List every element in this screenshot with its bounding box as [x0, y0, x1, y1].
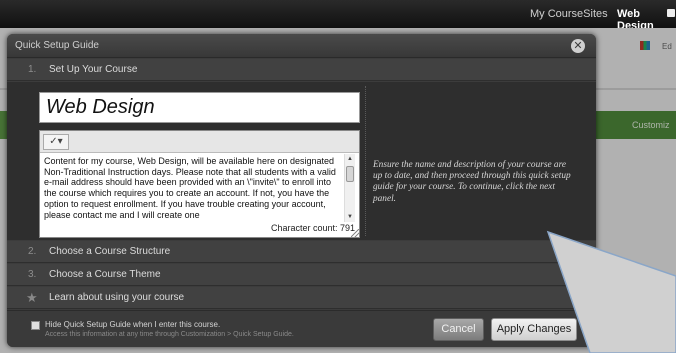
dialog-header: Quick Setup Guide ✕ [7, 34, 596, 58]
scroll-up-icon[interactable]: ▲ [345, 154, 355, 164]
hide-guide-sublabel: Access this information at any time thro… [45, 331, 294, 338]
apply-changes-button[interactable]: Apply Changes [491, 318, 577, 341]
step-number: 2. [28, 246, 37, 257]
panel-divider [365, 86, 366, 236]
step-label: Learn about using your course [49, 292, 185, 303]
course-description-textarea[interactable]: Content for my course, Web Design, will … [44, 156, 340, 220]
step-choose-theme[interactable]: 3. Choose a Course Theme [7, 264, 596, 286]
editor-toolbar: ✓▾ [40, 131, 359, 153]
cancel-button[interactable]: Cancel [433, 318, 484, 341]
quick-setup-guide-dialog: Quick Setup Guide ✕ 1. Set Up Your Cours… [7, 34, 596, 347]
description-scrollbar[interactable]: ▲ ▼ [344, 154, 355, 222]
step-label: Set Up Your Course [49, 64, 138, 75]
step-learn-about-course[interactable]: ★ Learn about using your course [7, 287, 596, 309]
step-label: Choose a Course Theme [49, 269, 161, 280]
dialog-footer: Hide Quick Setup Guide when I enter this… [7, 310, 596, 347]
scroll-down-icon[interactable]: ▼ [345, 212, 355, 222]
scroll-thumb[interactable] [346, 166, 354, 182]
hide-guide-label: Hide Quick Setup Guide when I enter this… [45, 320, 221, 329]
help-text: Ensure the name and description of your … [373, 160, 571, 204]
hide-guide-checkbox[interactable] [31, 321, 40, 330]
resize-grip-icon[interactable] [351, 229, 359, 237]
my-coursesites-link[interactable]: My CourseSites [530, 8, 608, 20]
step-choose-structure[interactable]: 2. Choose a Course Structure [7, 241, 596, 263]
dialog-title: Quick Setup Guide [15, 40, 99, 51]
step-set-up-course[interactable]: 1. Set Up Your Course [7, 59, 596, 81]
star-icon: ★ [26, 290, 38, 305]
spellcheck-button[interactable]: ✓▾ [43, 134, 69, 150]
close-icon[interactable]: ✕ [571, 39, 585, 53]
setup-course-panel: Web Design ✓▾ Content for my course, Web… [7, 82, 596, 240]
course-title-input[interactable]: Web Design [39, 92, 360, 123]
course-description-editor: ✓▾ Content for my course, Web Design, wi… [39, 130, 360, 238]
step-number: 3. [28, 269, 37, 280]
step-label: Choose a Course Structure [49, 246, 171, 257]
step-number: 1. [28, 64, 37, 75]
top-navigation-bar: My CourseSites Web Design [0, 0, 676, 32]
menu-toggle-icon[interactable] [667, 9, 675, 17]
character-count: Character count: 791 [270, 223, 355, 233]
